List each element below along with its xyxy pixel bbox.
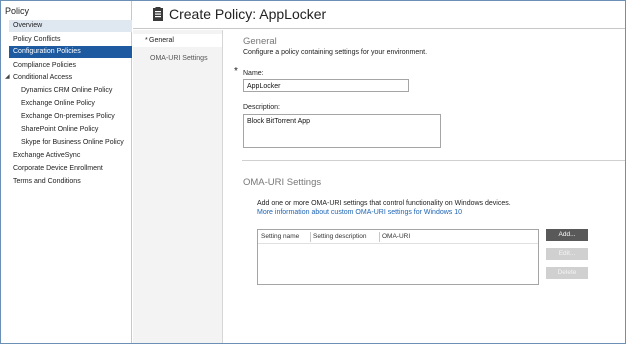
column-header-oma-uri[interactable]: OMA-URI bbox=[382, 230, 410, 243]
policy-document-icon bbox=[153, 7, 163, 21]
name-input[interactable]: AppLocker bbox=[243, 79, 409, 92]
column-header-setting-name[interactable]: Setting name bbox=[261, 230, 299, 243]
required-asterisk: * bbox=[234, 66, 238, 77]
nav-item-exchange-activesync[interactable]: Exchange ActiveSync bbox=[13, 150, 80, 162]
main-content: General Configure a policy containing se… bbox=[224, 30, 625, 343]
nav-item-compliance-policies[interactable]: Compliance Policies bbox=[13, 60, 76, 72]
expand-triangle-icon[interactable]: ◢ bbox=[5, 73, 10, 80]
column-separator bbox=[379, 232, 380, 242]
general-description: Configure a policy containing settings f… bbox=[243, 49, 428, 56]
nav-item-conditional-access[interactable]: Conditional Access bbox=[13, 72, 72, 84]
nav-item-policy-conflicts[interactable]: Policy Conflicts bbox=[13, 34, 60, 46]
table-header-divider bbox=[258, 243, 538, 244]
policy-nav-pane: Policy Overview Policy Conflicts Configu… bbox=[1, 1, 132, 343]
step-oma-uri-settings[interactable]: OMA-URI Settings bbox=[133, 52, 222, 65]
nav-item-sharepoint-online[interactable]: SharePoint Online Policy bbox=[21, 124, 98, 136]
add-button[interactable]: Add... bbox=[546, 229, 588, 241]
nav-item-skype-business[interactable]: Skype for Business Online Policy bbox=[21, 137, 124, 149]
description-textarea[interactable]: Block BitTorrent App bbox=[243, 114, 441, 148]
nav-item-dynamics-crm[interactable]: Dynamics CRM Online Policy bbox=[21, 85, 112, 97]
wizard-steps-pane: * General OMA-URI Settings bbox=[133, 30, 223, 343]
delete-button[interactable]: Delete bbox=[546, 267, 588, 279]
nav-item-exchange-online[interactable]: Exchange Online Policy bbox=[21, 98, 95, 110]
page-header: Create Policy: AppLocker bbox=[133, 1, 625, 29]
nav-item-corporate-device-enrollment[interactable]: Corporate Device Enrollment bbox=[13, 163, 103, 175]
step-general[interactable]: * General bbox=[133, 34, 222, 47]
nav-item-configuration-policies[interactable]: Configuration Policies bbox=[9, 46, 132, 58]
nav-item-exchange-onpremises[interactable]: Exchange On-premises Policy bbox=[21, 111, 115, 123]
nav-title: Policy bbox=[5, 6, 30, 16]
section-divider bbox=[242, 160, 625, 161]
nav-item-overview[interactable]: Overview bbox=[9, 20, 132, 32]
name-label: Name: bbox=[243, 70, 264, 77]
column-header-setting-description[interactable]: Setting description bbox=[313, 230, 366, 243]
step-general-label: General bbox=[149, 37, 174, 44]
general-section-title: General bbox=[243, 36, 277, 47]
oma-info-link[interactable]: More information about custom OMA-URI se… bbox=[257, 209, 462, 216]
oma-section-title: OMA-URI Settings bbox=[243, 177, 322, 188]
required-step-marker: * bbox=[145, 37, 148, 44]
description-label: Description: bbox=[243, 104, 280, 111]
nav-item-terms-conditions[interactable]: Terms and Conditions bbox=[13, 176, 81, 188]
oma-settings-table[interactable]: Setting name Setting description OMA-URI bbox=[257, 229, 539, 285]
step-oma-uri-label: OMA-URI Settings bbox=[150, 55, 208, 62]
column-separator bbox=[310, 232, 311, 242]
edit-button[interactable]: Edit... bbox=[546, 248, 588, 260]
oma-description: Add one or more OMA-URI settings that co… bbox=[257, 200, 511, 207]
page-title: Create Policy: AppLocker bbox=[169, 6, 327, 22]
